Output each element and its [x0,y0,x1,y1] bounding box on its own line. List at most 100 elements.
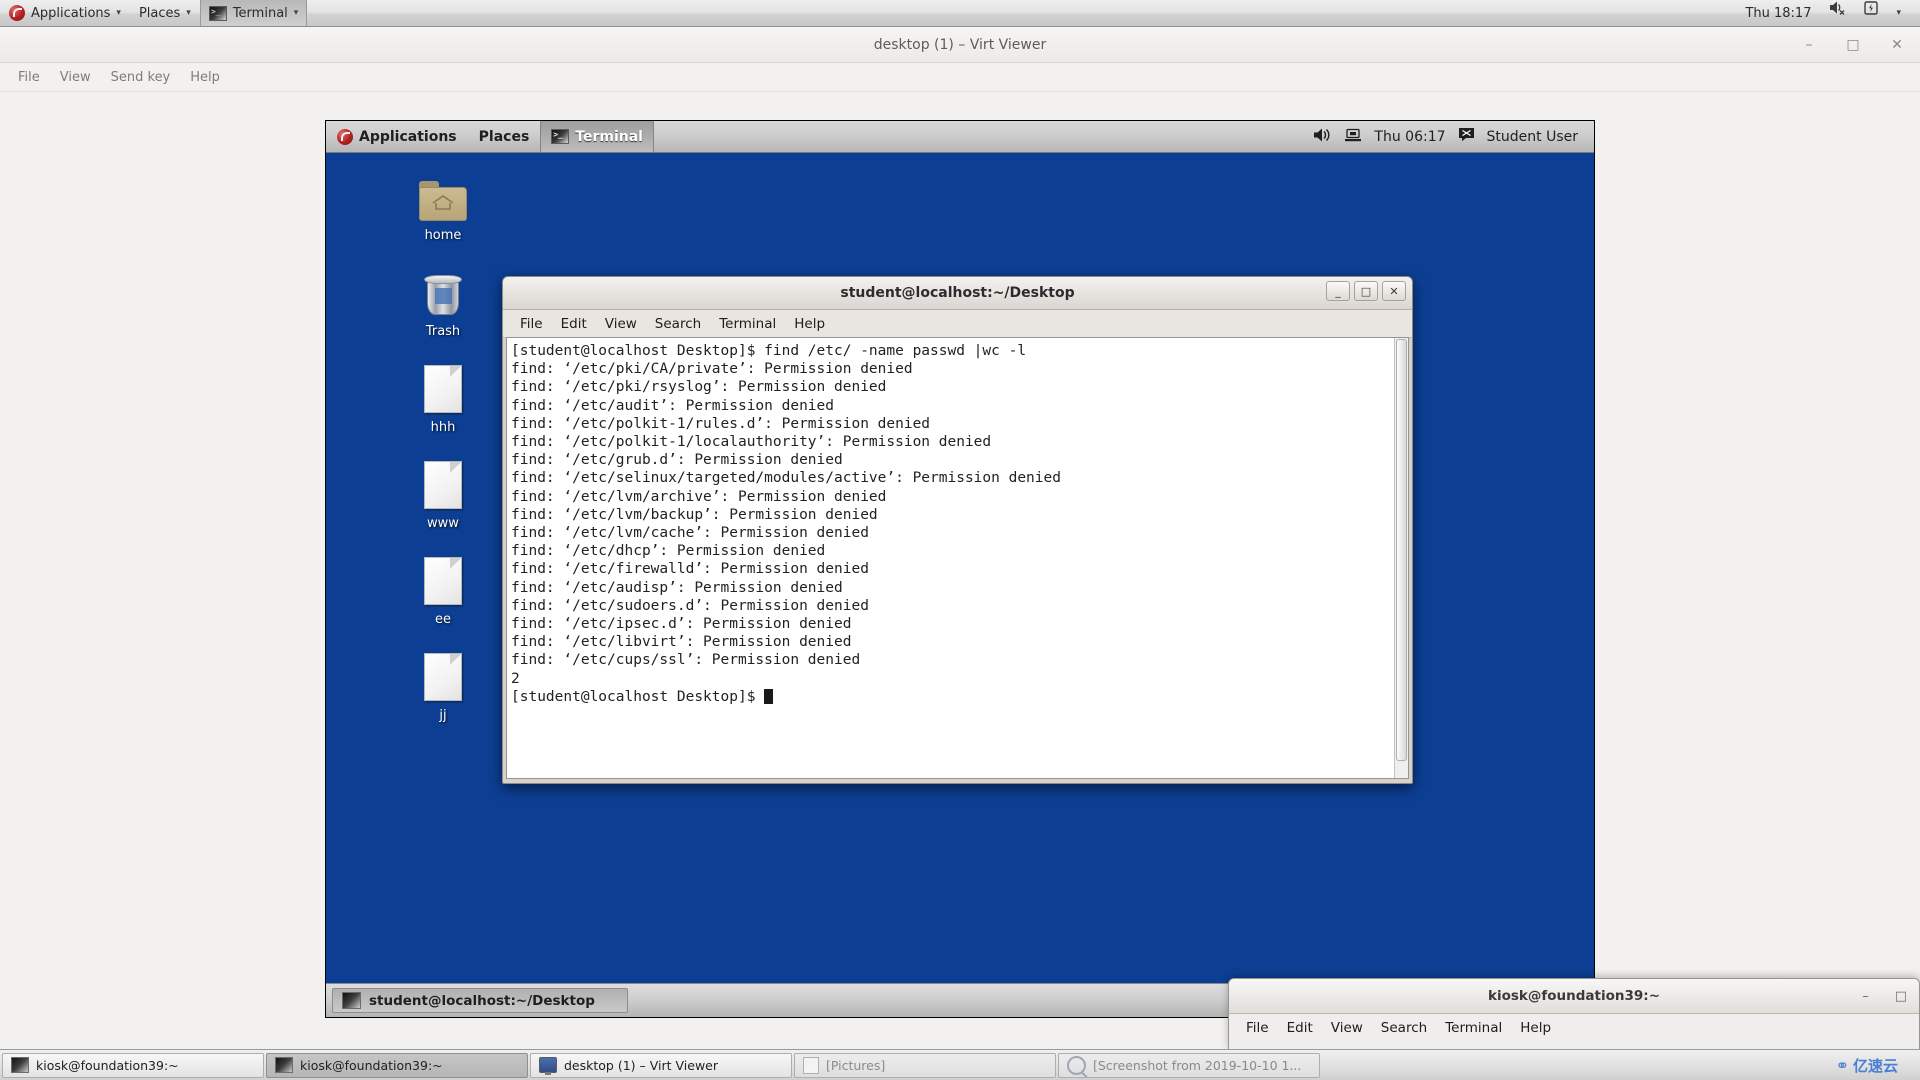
guest-clock[interactable]: Thu 06:17 [1374,129,1445,145]
image-icon [803,1056,819,1074]
guest-user-label[interactable]: Student User [1487,129,1578,145]
trash-icon [388,267,498,317]
network-icon[interactable] [1344,127,1362,147]
close-button[interactable]: ✕ [1888,36,1906,54]
terminal-screen[interactable]: [student@localhost Desktop]$ find /etc/ … [506,337,1409,779]
maximize-button[interactable]: □ [1844,36,1862,54]
desktop-icon-jj[interactable]: jj [388,651,498,723]
close-button[interactable]: ✕ [1382,281,1406,301]
terminal-cursor [764,688,774,704]
virt-viewer-titlebar: desktop (1) – Virt Viewer – □ ✕ [0,27,1920,63]
watermark-text: 亿速云 [1852,1056,1898,1075]
menu-view[interactable]: View [1322,1018,1372,1038]
menu-file[interactable]: File [1237,1018,1278,1038]
menu-send-key[interactable]: Send key [101,67,181,88]
volume-icon[interactable] [1313,127,1332,147]
taskbar-item-pictures[interactable]: [Pictures] [794,1052,1056,1078]
host-taskbar: kiosk@foundation39:~ kiosk@foundation39:… [0,1049,1920,1080]
menu-search[interactable]: Search [646,314,710,334]
desktop-icon-label: ee [435,612,451,627]
maximize-button[interactable]: □ [1354,281,1378,301]
monitor-icon [539,1057,557,1075]
desktop-icon-label: www [427,516,459,531]
menu-help[interactable]: Help [180,67,230,88]
guest-terminal-menu[interactable]: >_ Terminal [540,121,654,152]
menu-file[interactable]: File [511,314,552,334]
menu-terminal[interactable]: Terminal [1436,1018,1511,1038]
kiosk-terminal-titlebar: kiosk@foundation39:~ – □ [1229,979,1919,1014]
menu-view[interactable]: View [50,67,101,88]
menu-view[interactable]: View [596,314,646,334]
host-applications-menu[interactable]: Applications ▾ [0,0,130,26]
fedora-logo-icon [337,128,353,145]
menu-help[interactable]: Help [1511,1018,1560,1038]
menu-edit[interactable]: Edit [552,314,596,334]
maximize-button[interactable]: □ [1895,989,1907,1004]
terminal-output[interactable]: [student@localhost Desktop]$ find /etc/ … [507,338,1394,778]
guest-places-menu[interactable]: Places [468,121,541,152]
scrollbar-thumb[interactable] [1396,339,1407,762]
guest-display[interactable]: Applications Places >_ Terminal Thu 06:1… [326,121,1594,1017]
desktop-icon-www[interactable]: www [388,459,498,531]
kiosk-terminal-menubar: File Edit View Search Terminal Help [1229,1014,1919,1042]
minimize-button[interactable]: – [1862,989,1869,1004]
chevron-down-icon: ▾ [293,7,299,18]
minimize-button[interactable]: _ [1326,281,1350,301]
volume-muted-icon[interactable] [1820,0,1855,26]
screenshot-icon [1067,1055,1086,1075]
cloud-logo-icon: ⚭ [1835,1055,1849,1075]
home-folder-icon [388,171,498,221]
menu-search[interactable]: Search [1372,1018,1436,1038]
text-file-icon [388,651,498,701]
taskbar-item-kiosk-1[interactable]: kiosk@foundation39:~ [2,1052,264,1078]
taskbar-item-kiosk-2[interactable]: kiosk@foundation39:~ [266,1052,528,1078]
taskbar-item-virt-viewer[interactable]: desktop (1) – Virt Viewer [530,1052,792,1078]
virt-viewer-window: desktop (1) – Virt Viewer – □ ✕ File Vie… [0,27,1920,1049]
desktop-icon-label: home [424,228,462,243]
guest-terminal-label: Terminal [575,128,643,145]
gnome-terminal-window[interactable]: student@localhost:~/Desktop _ □ ✕ File E… [502,276,1413,784]
menu-file[interactable]: File [8,67,50,88]
guest-places-label: Places [478,128,530,145]
taskbar-item-label: desktop (1) – Virt Viewer [564,1057,718,1073]
desktop-icon-home[interactable]: home [388,171,498,243]
guest-taskbar-item-terminal[interactable]: student@localhost:~/Desktop [332,988,628,1013]
menu-terminal[interactable]: Terminal [710,314,785,334]
terminal-icon: >_ [208,5,227,21]
terminal-icon [275,1057,293,1073]
host-clock[interactable]: Thu 18:17 [1736,0,1820,26]
guest-taskbar-item-label: student@localhost:~/Desktop [369,992,595,1009]
host-places-menu[interactable]: Places ▾ [130,0,200,26]
guest-applications-menu[interactable]: Applications [326,121,468,152]
minimize-button[interactable]: – [1800,36,1818,54]
kiosk-terminal-window[interactable]: kiosk@foundation39:~ – □ File Edit View … [1228,978,1920,1049]
terminal-output-text: [student@localhost Desktop]$ find /etc/ … [511,343,1061,705]
gnome-terminal-menubar: File Edit View Search Terminal Help [503,310,1412,338]
terminal-icon [342,992,361,1009]
virt-viewer-title: desktop (1) – Virt Viewer [873,36,1047,53]
desktop-icon-ee[interactable]: ee [388,555,498,627]
terminal-scrollbar[interactable] [1394,338,1408,778]
battery-charging-icon[interactable] [1855,0,1887,26]
desktop-icon-trash[interactable]: Trash [388,267,498,339]
terminal-icon [11,1057,29,1073]
host-applications-label: Applications [31,5,111,21]
taskbar-item-label: [Pictures] [826,1057,886,1073]
host-top-panel: Applications ▾ Places ▾ >_ Terminal ▾ Th… [0,0,1920,27]
menu-edit[interactable]: Edit [1278,1018,1322,1038]
host-terminal-menu[interactable]: >_ Terminal ▾ [199,0,308,26]
chevron-down-icon: ▾ [186,7,191,18]
terminal-icon: >_ [551,129,570,144]
chat-bubble-icon[interactable] [1458,127,1475,146]
gnome-terminal-titlebar: student@localhost:~/Desktop _ □ ✕ [503,277,1412,310]
host-panel-menu-caret-icon[interactable]: ▾ [1887,0,1910,26]
guest-desktop[interactable]: home Trash hhh www ee jj student@localho… [326,153,1594,983]
gnome-terminal-title: student@localhost:~/Desktop [840,285,1075,301]
desktop-icon-hhh[interactable]: hhh [388,363,498,435]
taskbar-item-label: kiosk@foundation39:~ [300,1057,443,1073]
desktop-icon-list: home Trash hhh www ee jj [388,171,498,747]
taskbar-item-screenshot[interactable]: [Screenshot from 2019-10-10 1... [1058,1052,1320,1078]
menu-help[interactable]: Help [785,314,834,334]
text-file-icon [388,363,498,413]
watermark: ⚭ 亿速云 [1836,1055,1912,1076]
